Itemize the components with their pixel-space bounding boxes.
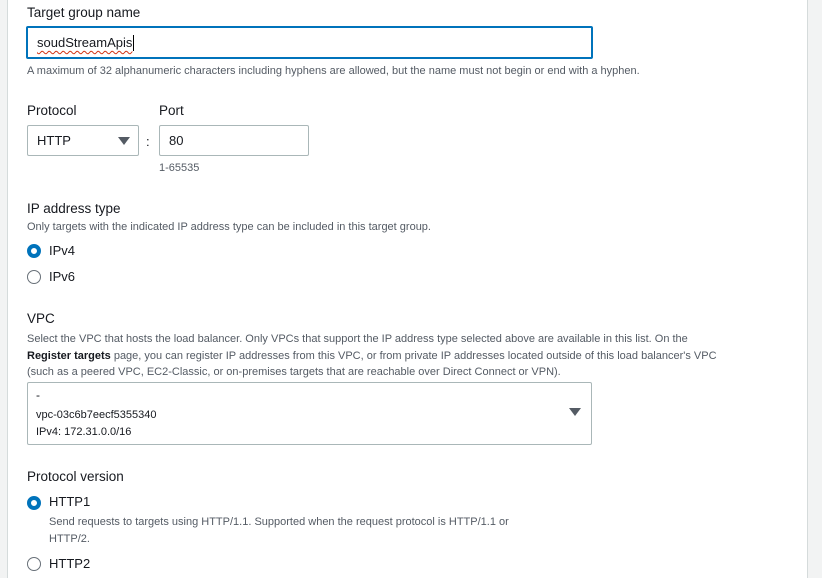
port-value: 80 <box>169 133 184 148</box>
http1-description: Send requests to targets using HTTP/1.1.… <box>49 516 509 545</box>
ipv6-radio[interactable] <box>27 270 41 284</box>
dropdown-arrow-icon <box>569 408 581 416</box>
vpc-selected-id: vpc-03c6b7eecf5355340 <box>36 409 157 421</box>
ip-address-type-description: Only targets with the indicated IP addre… <box>27 221 431 233</box>
vpc-selected-cidr: IPv4: 172.31.0.0/16 <box>36 426 132 438</box>
dropdown-arrow-icon <box>118 137 130 145</box>
port-input[interactable]: 80 <box>159 125 309 156</box>
port-hint: 1-65535 <box>159 162 200 174</box>
target-group-name-hint: A maximum of 32 alphanumeric characters … <box>27 65 640 77</box>
target-group-name-value: soudStreamApis <box>37 35 133 50</box>
form-panel <box>7 0 808 578</box>
vpc-label: VPC <box>27 311 55 326</box>
vpc-description: Select the VPC that hosts the load balan… <box>27 333 717 378</box>
target-group-name-input[interactable]: soudStreamApis <box>26 26 593 59</box>
protocol-value: HTTP <box>37 133 71 148</box>
http1-label[interactable]: HTTP1 <box>49 494 90 509</box>
target-group-name-label: Target group name <box>27 5 141 20</box>
vpc-selected-name: - <box>36 388 40 402</box>
protocol-label: Protocol <box>27 103 77 118</box>
text-cursor <box>133 34 135 51</box>
vpc-select[interactable]: - vpc-03c6b7eecf5355340 IPv4: 172.31.0.0… <box>27 382 592 445</box>
http1-radio[interactable] <box>27 496 41 510</box>
ipv4-label[interactable]: IPv4 <box>49 243 75 258</box>
ipv6-label[interactable]: IPv6 <box>49 269 75 284</box>
protocol-version-label: Protocol version <box>27 469 124 484</box>
http2-radio[interactable] <box>27 557 41 571</box>
protocol-port-separator: : <box>146 134 150 149</box>
port-label: Port <box>159 103 184 118</box>
protocol-select[interactable]: HTTP <box>27 125 139 156</box>
ipv4-radio[interactable] <box>27 244 41 258</box>
ip-address-type-label: IP address type <box>27 201 121 216</box>
